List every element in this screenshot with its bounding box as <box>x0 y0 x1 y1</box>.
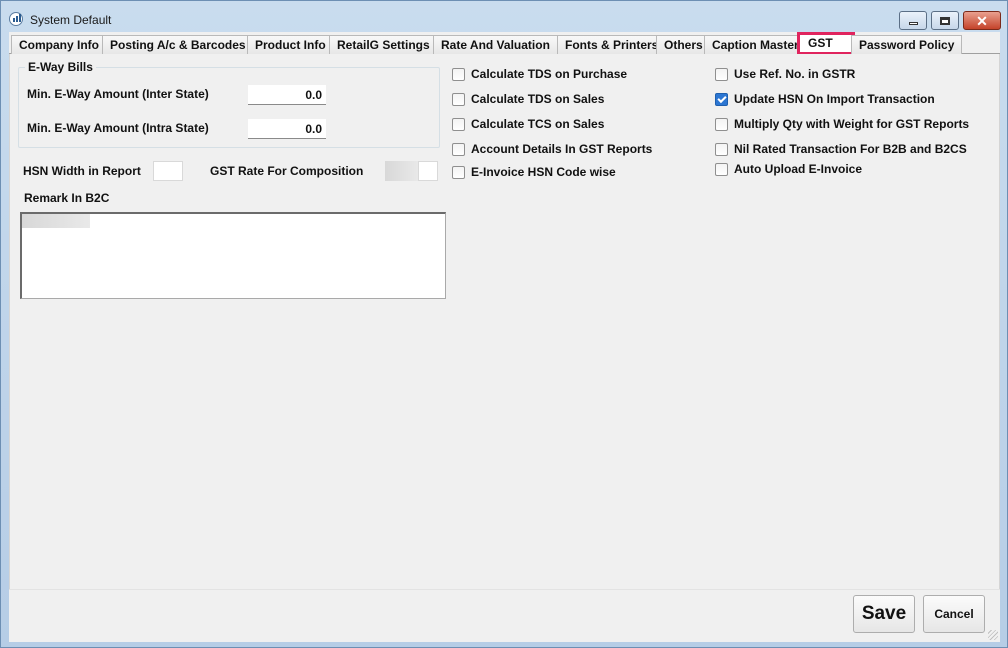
hsn-width-input[interactable] <box>153 161 183 181</box>
checkbox-label: Account Details In GST Reports <box>471 142 653 156</box>
maximize-button[interactable] <box>931 11 959 30</box>
checkbox-box[interactable] <box>715 162 728 176</box>
update-hsn-import-checkbox[interactable]: Update HSN On Import Transaction <box>715 92 935 106</box>
nil-rated-b2b-b2cs-checkbox[interactable]: Nil Rated Transaction For B2B and B2CS <box>715 142 967 156</box>
minimize-button[interactable] <box>899 11 927 30</box>
calc-tds-sales-checkbox[interactable]: Calculate TDS on Sales <box>452 92 604 106</box>
checkbox-box[interactable] <box>715 117 728 131</box>
checkbox-box[interactable] <box>452 67 465 81</box>
minimize-icon <box>908 22 918 25</box>
remark-b2c-label: Remark In B2C <box>24 191 110 205</box>
tab-caption-master[interactable]: Caption Master <box>704 35 807 54</box>
gst-panel: E-Way Bills Min. E-Way Amount (Inter Sta… <box>9 54 1000 589</box>
tab-rate-valuation[interactable]: Rate And Valuation <box>433 35 558 54</box>
checkbox-label: E-Invoice HSN Code wise <box>471 165 616 179</box>
app-chart-icon <box>9 12 23 26</box>
save-button[interactable]: Save <box>853 595 915 633</box>
intra-state-label: Min. E-Way Amount (Intra State) <box>27 121 209 135</box>
auto-upload-einvoice-checkbox[interactable]: Auto Upload E-Invoice <box>715 162 862 176</box>
footer-bar: Save Cancel <box>9 589 1000 642</box>
cancel-button[interactable]: Cancel <box>923 595 985 633</box>
checkbox-label: Calculate TCS on Sales <box>471 117 605 131</box>
eway-bills-group: E-Way Bills Min. E-Way Amount (Inter Sta… <box>18 60 440 148</box>
checkbox-box[interactable] <box>452 92 465 106</box>
tab-strip: Company Info Posting A/c & Barcodes Prod… <box>9 32 1000 55</box>
account-details-gst-checkbox[interactable]: Account Details In GST Reports <box>452 142 652 156</box>
remark-redacted-text <box>22 214 90 228</box>
calc-tds-purchase-checkbox[interactable]: Calculate TDS on Purchase <box>452 67 627 81</box>
intra-state-amount-input[interactable] <box>248 119 326 139</box>
resize-grip-icon[interactable] <box>988 630 998 640</box>
checkbox-label: Calculate TDS on Sales <box>471 92 605 106</box>
gst-rate-redacted-value <box>385 161 419 181</box>
inter-state-amount-input[interactable] <box>248 85 326 105</box>
main-window: System Default ✕ Company Info Posting A/… <box>0 0 1008 648</box>
tab-posting-barcodes[interactable]: Posting A/c & Barcodes <box>102 35 254 54</box>
checkbox-label: Update HSN On Import Transaction <box>734 92 935 106</box>
window-title: System Default <box>30 13 112 27</box>
checkbox-box[interactable] <box>715 142 728 156</box>
checkbox-box[interactable] <box>715 67 728 81</box>
checkbox-box-checked[interactable] <box>715 92 728 106</box>
remark-b2c-textarea[interactable] <box>20 212 446 299</box>
checkbox-label: Use Ref. No. in GSTR <box>734 67 856 81</box>
tab-retailg-settings[interactable]: RetailG Settings <box>329 35 438 54</box>
eway-group-title: E-Way Bills <box>25 60 96 74</box>
checkbox-box[interactable] <box>452 142 465 156</box>
tab-product-info[interactable]: Product Info <box>247 35 334 54</box>
tab-company-info[interactable]: Company Info <box>11 35 107 54</box>
tab-password-policy[interactable]: Password Policy <box>851 35 963 54</box>
tab-others[interactable]: Others <box>656 35 711 54</box>
checkbox-box[interactable] <box>452 165 465 179</box>
close-icon: ✕ <box>976 12 988 29</box>
close-button[interactable]: ✕ <box>963 11 1001 30</box>
hsn-width-label: HSN Width in Report <box>23 164 141 178</box>
title-bar[interactable]: System Default ✕ <box>1 1 1007 33</box>
tab-gst[interactable]: GST <box>797 32 855 55</box>
gst-rate-composition-label: GST Rate For Composition <box>210 164 364 178</box>
inter-state-label: Min. E-Way Amount (Inter State) <box>27 87 209 101</box>
checkbox-label: Auto Upload E-Invoice <box>734 162 863 176</box>
calc-tcs-sales-checkbox[interactable]: Calculate TCS on Sales <box>452 117 604 131</box>
checkbox-label: Multiply Qty with Weight for GST Reports <box>734 117 970 131</box>
use-ref-no-gstr-checkbox[interactable]: Use Ref. No. in GSTR <box>715 67 855 81</box>
checkbox-label: Nil Rated Transaction For B2B and B2CS <box>734 142 967 156</box>
maximize-icon <box>940 16 950 25</box>
einvoice-hsn-checkbox[interactable]: E-Invoice HSN Code wise <box>452 165 616 179</box>
client-area: Company Info Posting A/c & Barcodes Prod… <box>9 32 1000 642</box>
tab-fonts-printers[interactable]: Fonts & Printers <box>557 35 667 54</box>
checkbox-box[interactable] <box>452 117 465 131</box>
gst-rate-composition-input[interactable] <box>418 161 438 181</box>
checkbox-label: Calculate TDS on Purchase <box>471 67 628 81</box>
multiply-qty-weight-checkbox[interactable]: Multiply Qty with Weight for GST Reports <box>715 117 969 131</box>
